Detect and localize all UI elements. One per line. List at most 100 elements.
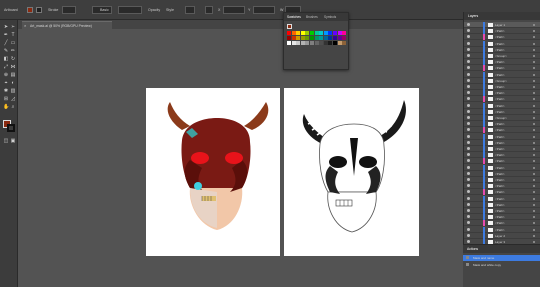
paintbrush-tool-icon[interactable]: ✎ [3,48,9,54]
target-circle-icon[interactable] [533,24,535,26]
width-tool-icon[interactable]: ⋈ [10,64,16,70]
color-swatch[interactable] [328,41,333,45]
color-swatch[interactable] [337,36,342,40]
target-circle-icon[interactable] [533,185,535,188]
target-circle-icon[interactable] [533,166,535,169]
visibility-eye-icon[interactable] [467,159,470,163]
color-swatch[interactable] [319,31,324,35]
color-swatch[interactable] [314,31,319,35]
layer-row[interactable]: <Path> [464,139,540,146]
visibility-eye-icon[interactable] [467,85,470,88]
visibility-eye-icon[interactable] [467,147,470,150]
artboard-tool-icon[interactable]: ⊞ [3,96,9,102]
active-fill-swatch[interactable] [287,24,292,29]
color-swatch[interactable] [291,36,296,40]
rectangle-tool-icon[interactable]: ▭ [10,40,16,46]
visibility-eye-icon[interactable] [467,134,470,138]
target-circle-icon[interactable] [533,179,535,181]
target-circle-icon[interactable] [533,135,535,138]
stroke-swatch[interactable] [36,7,42,13]
tab-swatches[interactable]: Swatches [287,15,301,19]
visibility-eye-icon[interactable] [467,240,470,243]
layer-row[interactable]: <Group> [464,77,540,84]
color-swatch[interactable] [323,36,328,40]
target-circle-icon[interactable] [533,42,535,45]
color-swatch[interactable] [333,31,337,35]
target-circle-icon[interactable] [533,73,535,76]
target-circle-icon[interactable] [533,241,535,243]
visibility-eye-icon[interactable] [467,209,470,212]
visibility-eye-icon[interactable] [467,215,470,219]
eraser-tool-icon[interactable]: ◧ [3,56,9,62]
artboard-2[interactable] [284,88,419,256]
stroke-color-icon[interactable] [7,124,15,132]
color-swatch[interactable] [287,41,291,45]
layer-row[interactable]: <Path> [464,170,540,177]
visibility-eye-icon[interactable] [467,60,470,64]
zoom-tool-icon[interactable]: ⌕ [10,104,16,110]
layer-row[interactable]: <Path> [464,146,540,152]
color-swatch[interactable] [328,36,333,40]
document-tab[interactable]: × Art_mask.ai @ 50% (RGB/GPU Preview) [22,21,112,29]
color-swatch[interactable] [342,31,347,35]
visibility-eye-icon[interactable] [467,29,470,33]
color-swatch[interactable] [342,41,347,45]
target-circle-icon[interactable] [533,30,535,33]
color-swatch[interactable] [319,41,324,45]
layer-row[interactable]: <Path> [464,84,540,90]
control-label-style[interactable]: Style [166,8,174,12]
tab-symbols[interactable]: Symbols [324,15,336,19]
color-swatch[interactable] [291,31,296,35]
gradient-tool-icon[interactable]: ▤ [10,72,16,78]
visibility-eye-icon[interactable] [467,103,470,107]
variable-width-dropdown[interactable] [118,6,142,14]
visibility-eye-icon[interactable] [467,122,470,126]
color-swatch[interactable] [314,36,319,40]
target-circle-icon[interactable] [533,172,535,175]
y-field[interactable] [253,6,275,14]
layer-row[interactable]: <Path> [464,71,540,78]
color-swatch[interactable] [333,36,337,40]
color-swatch[interactable] [310,31,314,35]
target-circle-icon[interactable] [533,148,535,150]
layer-row[interactable]: <Path> [464,90,540,97]
color-swatch[interactable] [337,41,342,45]
graph-tool-icon[interactable]: ▥ [10,88,16,94]
color-swatch[interactable] [287,31,291,35]
target-circle-icon[interactable] [533,61,535,64]
layer-row[interactable]: <Path> [464,108,540,115]
layer-row[interactable]: <Path> [464,65,540,72]
eyedropper-tool-icon[interactable]: ⌖ [3,80,9,86]
visibility-eye-icon[interactable] [467,233,470,237]
artboard-1[interactable] [146,88,280,256]
layer-row[interactable]: <Path> [464,133,540,140]
action-row[interactable]: Mask and name [463,255,540,261]
target-circle-icon[interactable] [533,203,535,206]
selection-tool-icon[interactable]: ➤ [3,24,9,30]
target-circle-icon[interactable] [533,160,535,163]
target-circle-icon[interactable] [533,98,535,101]
layer-row[interactable]: <Group> [464,53,540,59]
target-circle-icon[interactable] [533,67,535,70]
color-swatch[interactable] [333,41,337,45]
color-swatch[interactable] [287,36,291,40]
layer-row[interactable]: <Path> [464,152,540,159]
stroke-weight-field[interactable] [62,6,76,14]
color-swatch[interactable] [323,41,328,45]
visibility-eye-icon[interactable] [467,23,470,26]
layer-row[interactable]: <Path> [464,220,540,227]
color-swatch[interactable] [291,41,296,45]
color-swatch[interactable] [310,41,314,45]
visibility-eye-icon[interactable] [467,153,470,157]
visibility-eye-icon[interactable] [467,47,470,51]
layer-row[interactable]: <Path> [464,201,540,208]
layer-row[interactable]: <Path> [464,183,540,190]
color-swatch[interactable] [300,36,305,40]
color-swatch[interactable] [300,31,305,35]
visibility-eye-icon[interactable] [467,171,470,175]
target-circle-icon[interactable] [533,79,535,82]
target-circle-icon[interactable] [533,234,535,237]
layer-row[interactable]: <Path> [464,34,540,41]
slice-tool-icon[interactable]: ◿ [10,96,16,102]
target-circle-icon[interactable] [533,86,535,88]
